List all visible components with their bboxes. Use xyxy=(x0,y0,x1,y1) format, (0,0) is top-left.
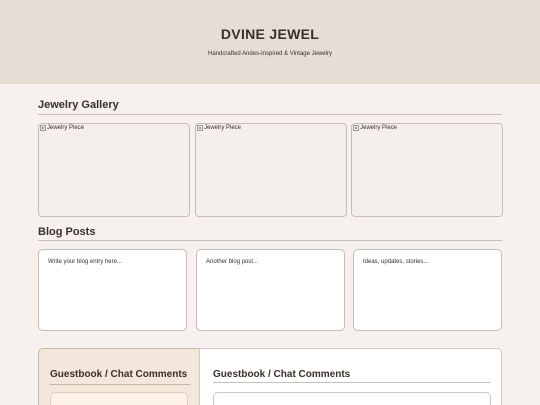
gallery-item-alt: Jewelry Piece xyxy=(47,125,85,131)
guestbook-comment-box[interactable] xyxy=(50,392,188,405)
gallery-heading: Jewelry Gallery xyxy=(38,99,119,111)
gallery-item-alt: Jewelry Piece xyxy=(204,125,242,131)
blog-divider xyxy=(38,240,502,241)
image-placeholder-icon xyxy=(353,125,359,131)
broken-image-icon: Jewelry Piece xyxy=(353,125,397,131)
blog-entry-textarea[interactable]: Another blog post... xyxy=(196,249,345,331)
blog-entry-textarea[interactable]: Ideas, updates, stories... xyxy=(353,249,502,331)
guestbook-title: Guestbook / Chat Comments xyxy=(50,369,188,380)
broken-image-icon: Jewelry Piece xyxy=(197,125,241,131)
image-placeholder-icon xyxy=(40,125,46,131)
blog-entry-textarea[interactable]: Write your blog entry here... xyxy=(38,249,187,331)
blog-entry-placeholder: Write your blog entry here... xyxy=(48,259,122,265)
guestbook-divider xyxy=(50,384,190,385)
site-header: DVINE JEWEL Handcrafted Andes-Inspired &… xyxy=(0,0,540,84)
gallery-item[interactable]: Jewelry Piece xyxy=(38,123,190,217)
guestbook-title: Guestbook / Chat Comments xyxy=(213,369,351,380)
blog-entry-placeholder: Ideas, updates, stories... xyxy=(363,259,429,265)
guestbook-panel-left: Guestbook / Chat Comments xyxy=(38,348,200,405)
blog-entry-placeholder: Another blog post... xyxy=(206,259,259,265)
broken-image-icon: Jewelry Piece xyxy=(40,125,84,131)
gallery-item[interactable]: Jewelry Piece xyxy=(195,123,347,217)
blog-heading: Blog Posts xyxy=(38,226,96,238)
guestbook-comment-box[interactable] xyxy=(213,392,491,405)
guestbook-panel-right: Guestbook / Chat Comments xyxy=(199,348,502,405)
site-title: DVINE JEWEL xyxy=(220,26,320,42)
gallery-item[interactable]: Jewelry Piece xyxy=(351,123,503,217)
gallery-divider xyxy=(38,114,502,115)
site-tagline: Handcrafted Andes-Inspired & Vintage Jew… xyxy=(208,51,332,57)
image-placeholder-icon xyxy=(197,125,203,131)
gallery-item-alt: Jewelry Piece xyxy=(360,125,398,131)
guestbook-divider xyxy=(213,382,491,383)
